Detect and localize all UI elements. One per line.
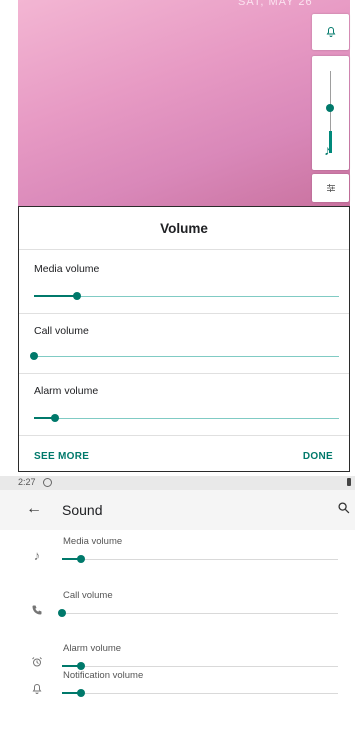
media-volume-label: Media volume <box>34 263 100 275</box>
alarm-volume-slider[interactable] <box>34 413 339 425</box>
notification-volume-slider[interactable] <box>62 688 338 700</box>
done-button[interactable]: DONE <box>303 451 333 462</box>
search-icon[interactable] <box>337 500 351 516</box>
divider <box>19 373 349 374</box>
slider-thumb[interactable] <box>77 555 86 563</box>
slider-track <box>62 559 338 560</box>
rail-track <box>330 71 331 131</box>
slider-track <box>62 613 338 614</box>
divider <box>19 249 349 250</box>
ringer-toggle-button[interactable] <box>312 14 349 50</box>
divider <box>19 435 349 436</box>
status-time: 2:27 <box>18 477 36 487</box>
slider-thumb[interactable] <box>30 352 38 360</box>
media-volume-row: ♪ Media volume <box>0 530 355 584</box>
bell-icon <box>30 682 44 696</box>
rail-thumb[interactable] <box>326 104 334 113</box>
equalizer-icon <box>326 184 335 192</box>
slider-track <box>62 666 338 667</box>
bell-icon <box>326 26 335 37</box>
volume-rail-slider[interactable]: ♪ <box>312 56 349 170</box>
battery-icon <box>347 478 351 486</box>
page-title: Sound <box>62 502 103 518</box>
status-bar: 2:27 <box>0 476 355 490</box>
app-bar: ← Sound <box>0 490 355 530</box>
row-label: Call volume <box>63 590 113 601</box>
arrow-back-icon[interactable]: ← <box>26 500 42 518</box>
call-volume-row: Call volume <box>0 586 355 640</box>
dialog-title: Volume <box>160 221 208 236</box>
row-label: Alarm volume <box>63 643 122 654</box>
slider-track <box>34 418 339 419</box>
volume-dialog: Volume Media volume Call volume Alarm vo… <box>18 206 350 472</box>
music-note-icon: ♪ <box>33 547 41 563</box>
row-label: Notification volume <box>63 670 144 681</box>
wallpaper: SAT, MAY 26 <box>18 0 350 206</box>
slider-fill <box>34 295 77 297</box>
see-more-button[interactable]: SEE MORE <box>34 451 89 462</box>
alarm-clock-icon <box>30 655 44 669</box>
sync-icon <box>43 478 52 487</box>
alarm-volume-label: Alarm volume <box>34 385 99 397</box>
slider-track <box>62 693 338 694</box>
volume-settings-button[interactable] <box>312 174 349 202</box>
notification-volume-row: Notification volume <box>0 668 355 722</box>
date-text: SAT, MAY 26 <box>238 0 313 8</box>
media-volume-slider[interactable] <box>62 554 338 566</box>
music-note-icon: ♪ <box>324 142 331 158</box>
slider-thumb[interactable] <box>77 689 86 697</box>
slider-thumb[interactable] <box>72 292 81 300</box>
slider-track <box>34 356 339 357</box>
divider <box>19 313 349 314</box>
row-label: Media volume <box>63 536 123 547</box>
call-volume-label: Call volume <box>34 325 89 337</box>
media-volume-slider[interactable] <box>34 291 339 303</box>
call-volume-slider[interactable] <box>58 608 338 620</box>
call-volume-slider[interactable] <box>30 351 339 363</box>
slider-thumb[interactable] <box>51 414 60 422</box>
slider-thumb[interactable] <box>58 609 66 617</box>
phone-icon <box>30 603 44 617</box>
